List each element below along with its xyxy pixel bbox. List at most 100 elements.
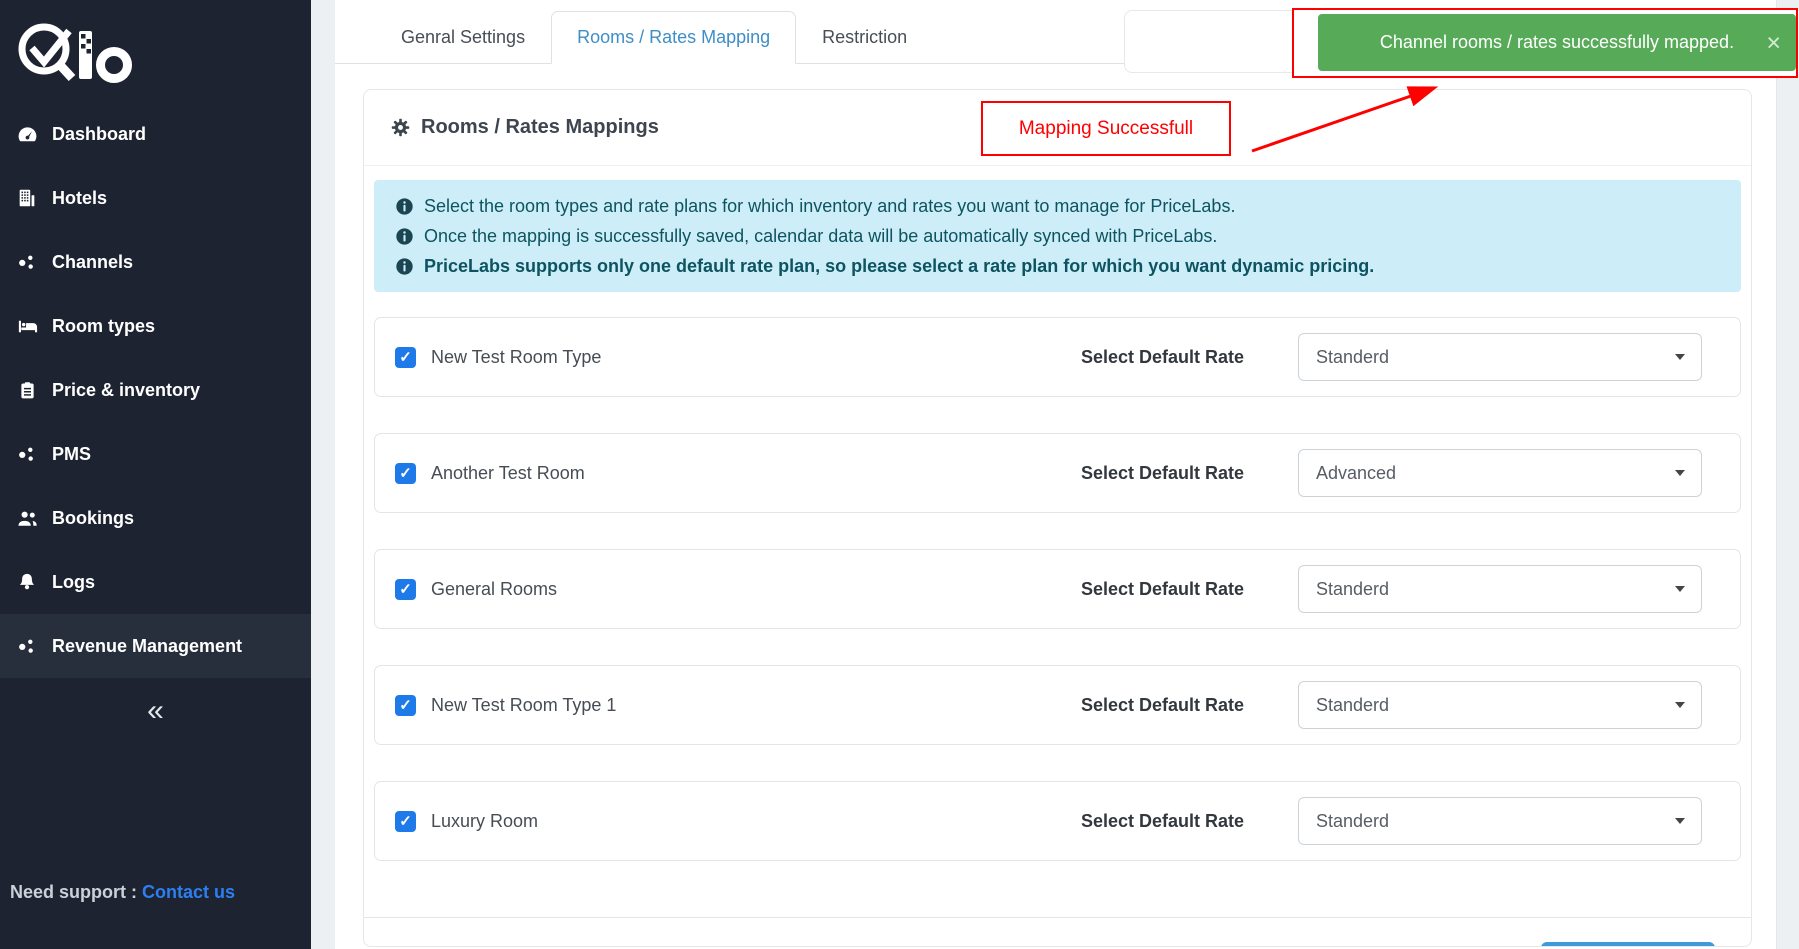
info-alert-line: Select the room types and rate plans for… <box>395 193 1720 219</box>
chevron-down-icon <box>1675 702 1685 708</box>
sidebar-nav: Dashboard Hotels Channels Room types Pri… <box>0 102 311 678</box>
sidebar-item-label: Room types <box>52 316 155 337</box>
hotels-icon <box>14 186 40 210</box>
info-icon <box>395 257 414 276</box>
sidebar-item-dashboard[interactable]: Dashboard <box>0 102 311 166</box>
info-text: Select the room types and rate plans for… <box>424 193 1235 219</box>
room-checkbox[interactable]: ✓ <box>395 347 416 368</box>
room-name: New Test Room Type <box>431 347 601 368</box>
sidebar-item-label: Channels <box>52 252 133 273</box>
bookings-icon <box>14 506 40 530</box>
sidebar-item-label: Dashboard <box>52 124 146 145</box>
selected-rate-value: Standerd <box>1316 347 1389 368</box>
check-icon: ✓ <box>399 580 412 598</box>
contact-us-link[interactable]: Contact us <box>142 882 235 902</box>
support-text: Need support : <box>10 882 137 902</box>
chevron-down-icon <box>1675 586 1685 592</box>
sidebar-item-pms[interactable]: PMS <box>0 422 311 486</box>
sidebar-item-label: Revenue Management <box>52 636 242 657</box>
selected-rate-value: Standerd <box>1316 695 1389 716</box>
sidebar-item-hotels[interactable]: Hotels <box>0 166 311 230</box>
info-icon <box>395 197 414 216</box>
dashboard-icon <box>14 122 40 146</box>
room-checkbox[interactable]: ✓ <box>395 463 416 484</box>
tab-general-settings[interactable]: Genral Settings <box>375 11 551 64</box>
qlo-logo[interactable] <box>0 0 311 92</box>
default-rate-select[interactable]: Standerd <box>1298 333 1702 381</box>
select-default-rate-label: Select Default Rate <box>1081 579 1244 600</box>
default-rate-select[interactable]: Advanced <box>1298 449 1702 497</box>
revenue-management-icon <box>14 634 40 658</box>
tab-rooms-rates-mapping[interactable]: Rooms / Rates Mapping <box>551 11 796 64</box>
room-row: ✓ Another Test Room Select Default Rate … <box>374 433 1741 513</box>
info-alert-line: Once the mapping is successfully saved, … <box>395 223 1720 249</box>
info-alert-line: PriceLabs supports only one default rate… <box>395 253 1720 279</box>
close-icon[interactable]: × <box>1766 33 1781 53</box>
sidebar-item-room-types[interactable]: Room types <box>0 294 311 358</box>
sidebar-item-price-inventory[interactable]: Price & inventory <box>0 358 311 422</box>
chevron-down-icon <box>1675 354 1685 360</box>
check-icon: ✓ <box>399 348 412 366</box>
tab-restriction[interactable]: Restriction <box>796 11 933 64</box>
sidebar-item-logs[interactable]: Logs <box>0 550 311 614</box>
selected-rate-value: Standerd <box>1316 579 1389 600</box>
info-alert: Select the room types and rate plans for… <box>374 180 1741 292</box>
sidebar-item-bookings[interactable]: Bookings <box>0 486 311 550</box>
gear-icon <box>390 117 411 138</box>
sidebar: Dashboard Hotels Channels Room types Pri… <box>0 0 311 949</box>
card-title: Rooms / Rates Mappings <box>421 116 659 139</box>
card-body: Select the room types and rate plans for… <box>364 166 1751 917</box>
selected-rate-value: Standerd <box>1316 811 1389 832</box>
info-text: Once the mapping is successfully saved, … <box>424 223 1217 249</box>
select-default-rate-label: Select Default Rate <box>1081 463 1244 484</box>
room-checkbox[interactable]: ✓ <box>395 695 416 716</box>
default-rate-select[interactable]: Standerd <box>1298 681 1702 729</box>
card-footer: Save mapping <box>364 917 1751 947</box>
price-inventory-icon <box>14 378 40 402</box>
select-default-rate-label: Select Default Rate <box>1081 347 1244 368</box>
room-checkbox[interactable]: ✓ <box>395 811 416 832</box>
default-rate-select[interactable]: Standerd <box>1298 565 1702 613</box>
room-name: Another Test Room <box>431 463 585 484</box>
default-rate-select[interactable]: Standerd <box>1298 797 1702 845</box>
room-types-icon <box>14 314 40 338</box>
qlo-logo-icon <box>12 16 136 88</box>
room-row: ✓ General Rooms Select Default Rate Stan… <box>374 549 1741 629</box>
check-icon: ✓ <box>399 464 412 482</box>
room-checkbox[interactable]: ✓ <box>395 579 416 600</box>
chevron-down-icon <box>1675 818 1685 824</box>
channels-icon <box>14 250 40 274</box>
pms-icon <box>14 442 40 466</box>
collapse-chevrons-icon: « <box>147 694 164 727</box>
logs-icon <box>14 570 40 594</box>
info-icon <box>395 227 414 246</box>
room-row: ✓ New Test Room Type 1 Select Default Ra… <box>374 665 1741 745</box>
chevron-down-icon <box>1675 470 1685 476</box>
sidebar-item-label: Bookings <box>52 508 134 529</box>
room-row: ✓ Luxury Room Select Default Rate Stande… <box>374 781 1741 861</box>
room-name: General Rooms <box>431 579 557 600</box>
sidebar-item-revenue-management[interactable]: Revenue Management <box>0 614 311 678</box>
toast-message: Channel rooms / rates successfully mappe… <box>1380 32 1734 53</box>
sidebar-item-label: Price & inventory <box>52 380 200 401</box>
room-row: ✓ New Test Room Type Select Default Rate… <box>374 317 1741 397</box>
success-toast: Channel rooms / rates successfully mappe… <box>1318 14 1796 71</box>
support-row: Need support : Contact us <box>10 882 235 903</box>
info-text: PriceLabs supports only one default rate… <box>424 253 1374 279</box>
select-default-rate-label: Select Default Rate <box>1081 811 1244 832</box>
room-name: New Test Room Type 1 <box>431 695 616 716</box>
annotation-note-box: Mapping Successfull <box>981 101 1231 156</box>
sidebar-item-label: PMS <box>52 444 91 465</box>
sidebar-item-label: Logs <box>52 572 95 593</box>
save-mapping-button[interactable]: Save mapping <box>1541 942 1715 947</box>
sidebar-item-label: Hotels <box>52 188 107 209</box>
room-name: Luxury Room <box>431 811 538 832</box>
rooms-rates-mappings-card: Rooms / Rates Mappings Select the room t… <box>363 89 1752 947</box>
selected-rate-value: Advanced <box>1316 463 1396 484</box>
select-default-rate-label: Select Default Rate <box>1081 695 1244 716</box>
check-icon: ✓ <box>399 812 412 830</box>
sidebar-collapse-button[interactable]: « <box>0 696 311 726</box>
check-icon: ✓ <box>399 696 412 714</box>
annotation-text: Mapping Successfull <box>1019 118 1193 140</box>
sidebar-item-channels[interactable]: Channels <box>0 230 311 294</box>
